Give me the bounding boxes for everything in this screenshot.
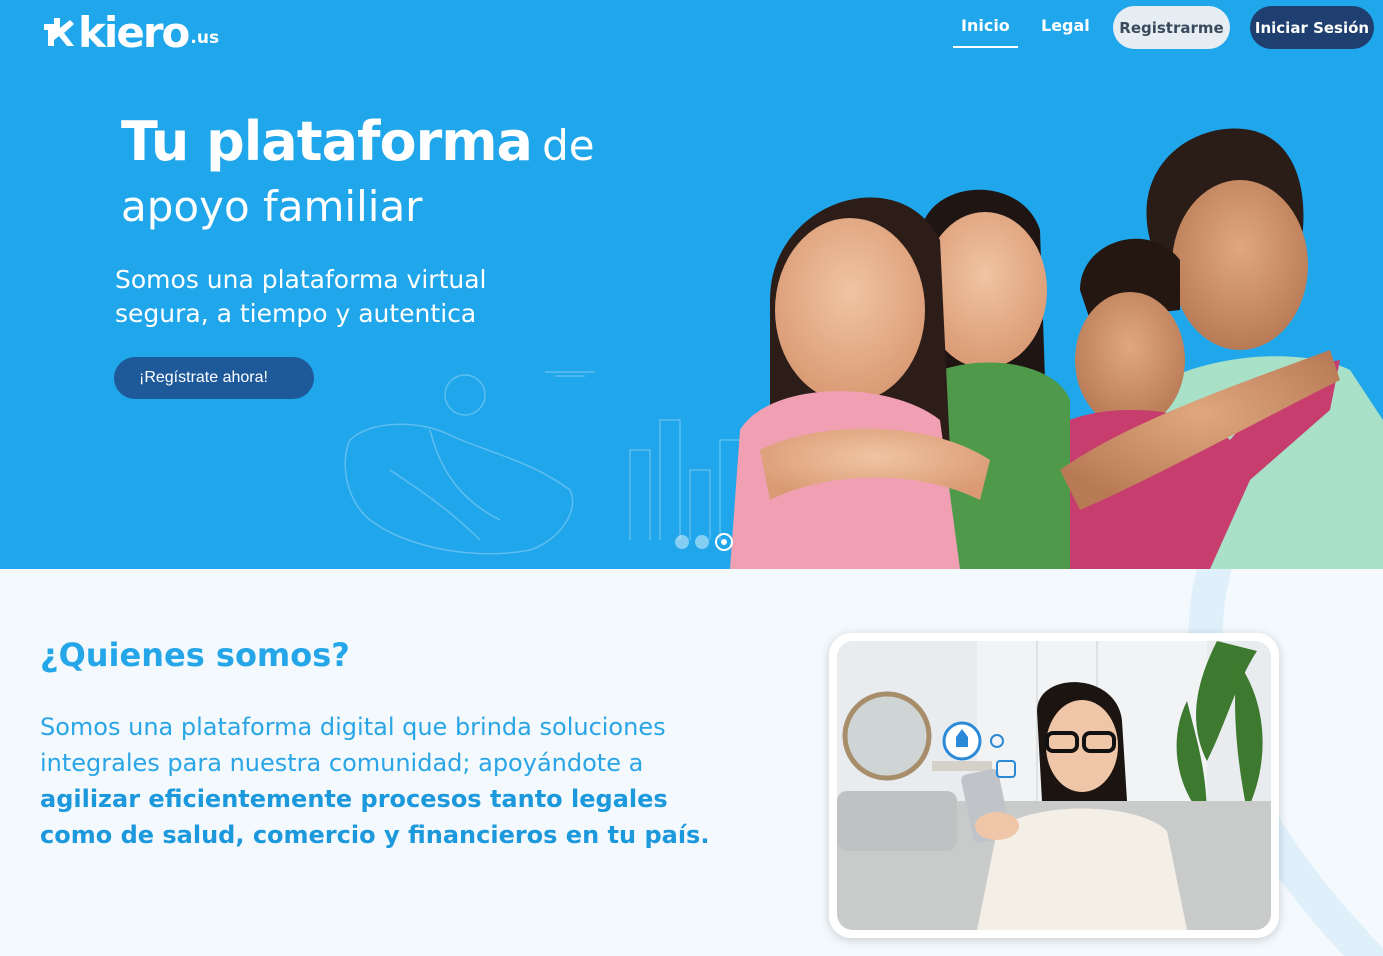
hero-title-strong: Tu plataforma	[121, 110, 533, 173]
hero-subtitle: Somos una plataforma virtual segura, a t…	[115, 265, 487, 328]
hero-title-light-1: de	[542, 121, 595, 170]
about-description: Somos una plataforma digital que brinda …	[40, 709, 720, 853]
kiero-k-icon	[44, 18, 74, 46]
register-now-button[interactable]: ¡Regístrate ahora!	[114, 357, 314, 399]
login-button[interactable]: Iniciar Sesión	[1250, 6, 1374, 49]
about-title: ¿Quienes somos?	[40, 636, 350, 674]
carousel-dot-2[interactable]	[695, 535, 709, 549]
hero-title: Tu plataforma de apoyo familiar	[121, 108, 681, 238]
logo-domain-suffix: .us	[190, 28, 220, 48]
about-text-regular: Somos una plataforma digital que brinda …	[40, 713, 666, 777]
woman-with-phone-photo	[837, 641, 1271, 930]
nav-inicio[interactable]: Inicio	[953, 16, 1018, 48]
carousel-dot-1[interactable]	[675, 535, 689, 549]
about-image-card	[829, 633, 1279, 938]
about-text-bold: agilizar eficientemente procesos tanto l…	[40, 785, 710, 849]
carousel-dot-3-active[interactable]	[715, 533, 733, 551]
logo-wordmark: kiero	[78, 8, 190, 57]
about-section: ¿Quienes somos? Somos una plataforma dig…	[0, 569, 1383, 956]
nav-legal[interactable]: Legal	[1041, 16, 1090, 36]
kiero-logo[interactable]: kiero .us	[40, 4, 219, 54]
hero-banner: kiero .us Inicio Legal Registrarme Inici…	[0, 0, 1383, 569]
register-button[interactable]: Registrarme	[1113, 6, 1230, 49]
hero-title-light-2: apoyo familiar	[121, 182, 423, 231]
family-photo	[730, 128, 1383, 569]
carousel-indicators	[675, 533, 733, 551]
